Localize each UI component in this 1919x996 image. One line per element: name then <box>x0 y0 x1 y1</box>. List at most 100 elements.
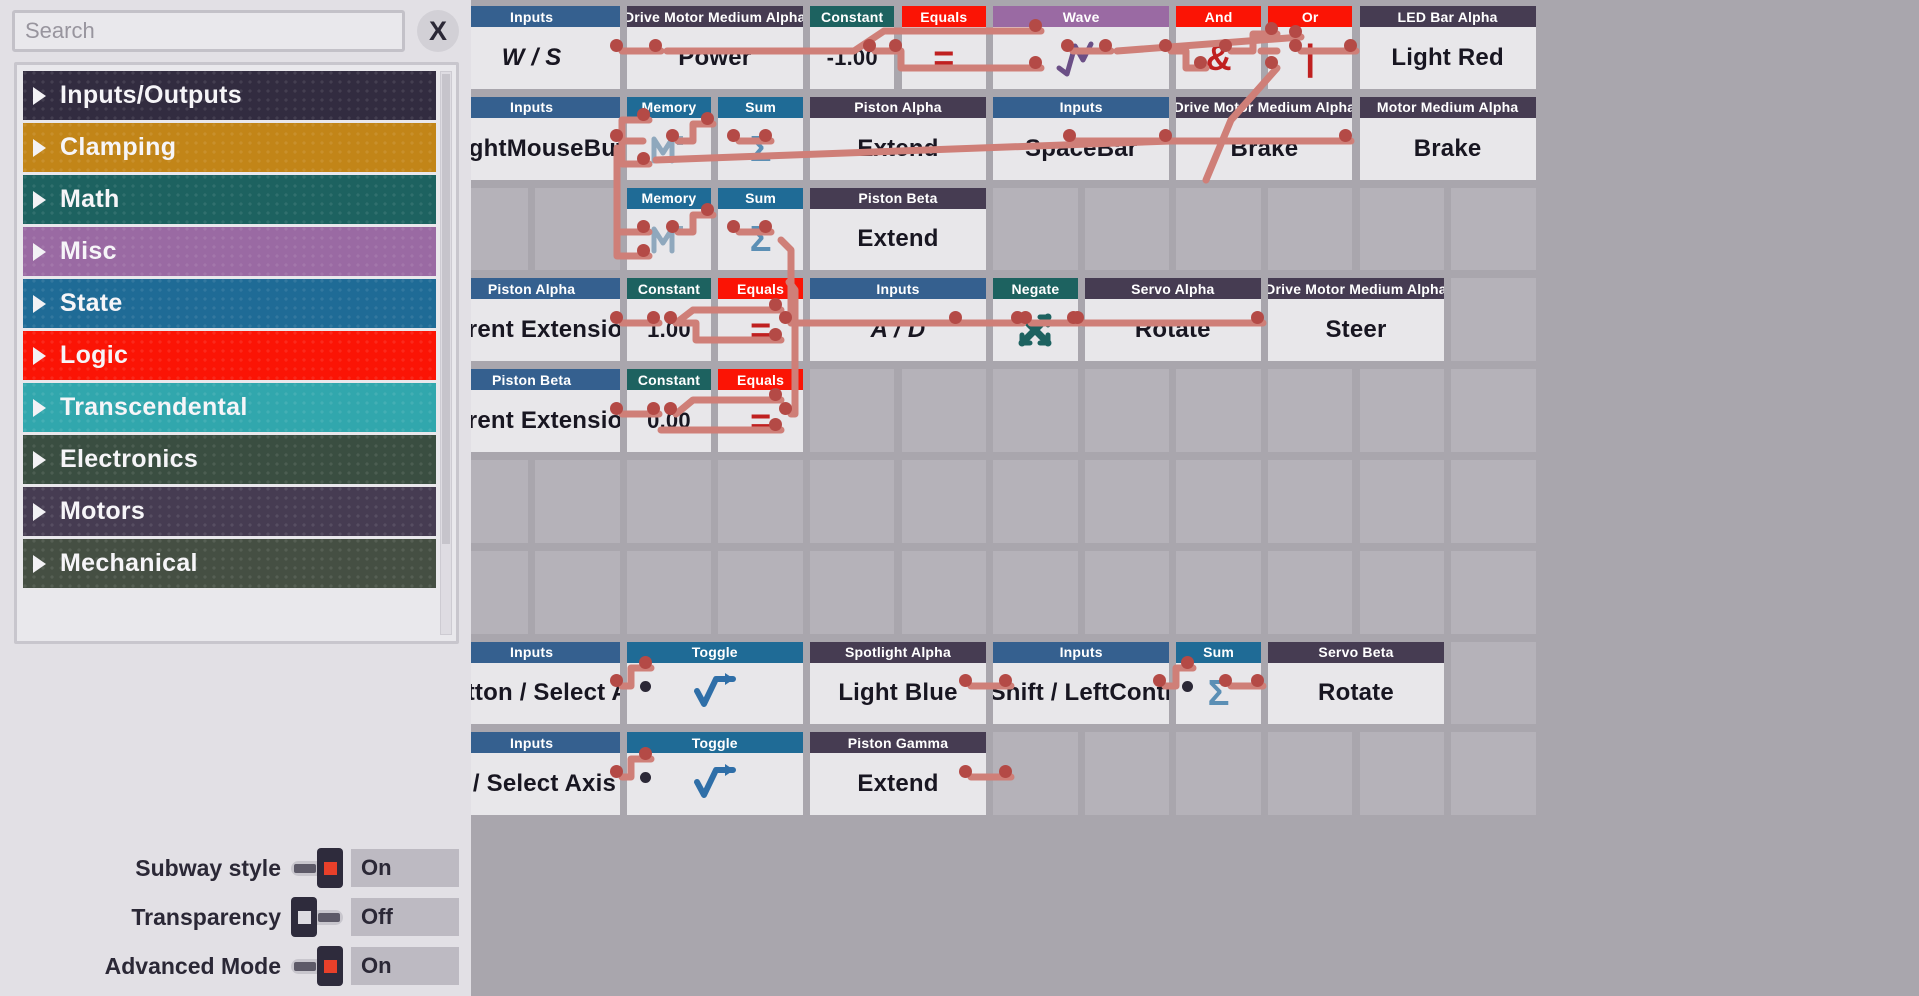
node-body[interactable] <box>626 208 712 271</box>
node-body[interactable]: Brake <box>1359 117 1536 180</box>
node-port[interactable] <box>664 311 677 324</box>
node-port[interactable] <box>1159 39 1172 52</box>
setting-toggle-switch[interactable] <box>291 897 343 937</box>
node-body[interactable]: Current Extension <box>471 299 620 362</box>
graph-node[interactable]: Servo Alpha Rotate <box>1084 278 1261 362</box>
grid-cell[interactable] <box>1451 732 1536 816</box>
node-port[interactable] <box>769 328 782 341</box>
node-body[interactable]: | <box>1267 27 1353 89</box>
category-item-mechanical[interactable]: Mechanical <box>23 539 436 588</box>
node-port[interactable] <box>779 311 792 324</box>
node-body[interactable]: 1.00 <box>626 299 712 362</box>
graph-node[interactable]: Piston Alpha Current Extension <box>471 278 620 362</box>
node-port[interactable] <box>610 765 623 778</box>
category-item-clamping[interactable]: Clamping <box>23 123 436 172</box>
node-body[interactable] <box>993 27 1170 89</box>
grid-cell[interactable] <box>471 550 529 634</box>
grid-cell[interactable] <box>1359 369 1445 452</box>
graph-node[interactable]: Wave <box>993 6 1170 89</box>
grid-cell[interactable] <box>901 460 987 543</box>
node-body[interactable]: Extend <box>809 753 987 816</box>
node-body[interactable]: A / D <box>809 299 987 362</box>
node-port[interactable] <box>999 674 1012 687</box>
graph-node[interactable]: Servo Beta Rotate <box>1267 641 1445 725</box>
node-body[interactable]: Brake <box>1176 117 1353 180</box>
graph-node[interactable]: Inputs eButton / Select Ax <box>471 641 620 725</box>
node-port[interactable] <box>1289 25 1302 38</box>
node-port[interactable] <box>1251 311 1264 324</box>
category-scrollbar[interactable] <box>440 71 452 635</box>
grid-cell[interactable] <box>1267 187 1353 271</box>
graph-node[interactable]: Equals = <box>901 6 987 89</box>
node-body[interactable]: Extend <box>809 117 987 180</box>
category-item-electronics[interactable]: Electronics <box>23 435 436 484</box>
node-port[interactable] <box>1029 56 1042 69</box>
grid-cell[interactable] <box>718 460 803 543</box>
grid-cell[interactable] <box>535 460 620 543</box>
grid-cell[interactable] <box>1451 550 1536 634</box>
node-port[interactable] <box>639 656 652 669</box>
grid-cell[interactable] <box>901 369 987 452</box>
grid-cell[interactable] <box>1267 732 1353 816</box>
node-port[interactable] <box>637 108 650 121</box>
grid-cell[interactable] <box>1176 460 1261 543</box>
grid-cell[interactable] <box>1451 460 1536 543</box>
graph-node[interactable]: Inputs Q / Select Axis <box>471 732 620 816</box>
grid-cell[interactable] <box>471 187 529 271</box>
grid-cell[interactable] <box>1084 187 1170 271</box>
category-item-motors[interactable]: Motors <box>23 487 436 536</box>
node-port[interactable] <box>779 402 792 415</box>
node-port[interactable] <box>1219 674 1232 687</box>
grid-cell[interactable] <box>471 460 529 543</box>
node-body[interactable]: 0.00 <box>626 390 712 452</box>
node-port[interactable] <box>889 39 902 52</box>
search-input[interactable] <box>12 10 405 52</box>
node-port[interactable] <box>1219 39 1232 52</box>
node-body[interactable]: = <box>901 27 987 89</box>
grid-cell[interactable] <box>1359 460 1445 543</box>
node-port-inactive[interactable] <box>640 681 651 692</box>
grid-cell[interactable] <box>1359 550 1445 634</box>
node-port[interactable] <box>1289 39 1302 52</box>
node-body[interactable]: Rotate <box>1084 299 1261 362</box>
node-body[interactable] <box>626 662 803 725</box>
graph-node[interactable]: Piston Beta Current Extension <box>471 369 620 452</box>
grid-cell[interactable] <box>626 460 712 543</box>
grid-cell[interactable] <box>809 550 895 634</box>
node-body[interactable]: & <box>1176 27 1261 89</box>
graph-node[interactable]: Toggle <box>626 641 803 725</box>
graph-node[interactable]: Inputs ftShift / LeftContro <box>993 641 1170 725</box>
node-port[interactable] <box>769 388 782 401</box>
toggle-knob[interactable] <box>317 946 343 986</box>
node-port[interactable] <box>664 402 677 415</box>
node-port[interactable] <box>999 765 1012 778</box>
node-port[interactable] <box>610 39 623 52</box>
clear-search-button[interactable]: X <box>417 10 459 52</box>
node-port[interactable] <box>610 129 623 142</box>
node-body[interactable]: Steer <box>1267 299 1445 362</box>
node-port[interactable] <box>1019 311 1032 324</box>
node-port[interactable] <box>701 112 714 125</box>
node-graph-canvas[interactable]: Inputs W / S Drive Motor Medium Alpha Power… <box>471 0 1919 996</box>
node-port[interactable] <box>759 129 772 142</box>
node-body[interactable]: Rotate <box>1267 662 1445 725</box>
setting-toggle-switch[interactable] <box>291 946 343 986</box>
node-body[interactable]: Σ <box>718 208 803 271</box>
node-port[interactable] <box>701 203 714 216</box>
node-port[interactable] <box>1194 56 1207 69</box>
toggle-knob[interactable] <box>317 848 343 888</box>
node-port[interactable] <box>647 402 660 415</box>
category-item-math[interactable]: Math <box>23 175 436 224</box>
node-body[interactable] <box>993 299 1078 362</box>
node-port[interactable] <box>727 220 740 233</box>
graph-node[interactable]: Toggle <box>626 732 803 816</box>
node-body[interactable]: Power <box>626 27 803 89</box>
grid-cell[interactable] <box>718 550 803 634</box>
graph-node[interactable]: LED Bar Alpha Light Red <box>1359 6 1536 89</box>
setting-toggle-switch[interactable] <box>291 848 343 888</box>
node-port[interactable] <box>1063 129 1076 142</box>
node-port[interactable] <box>610 402 623 415</box>
category-item-logic[interactable]: Logic <box>23 331 436 380</box>
category-item-state[interactable]: State <box>23 279 436 328</box>
node-port[interactable] <box>649 39 662 52</box>
